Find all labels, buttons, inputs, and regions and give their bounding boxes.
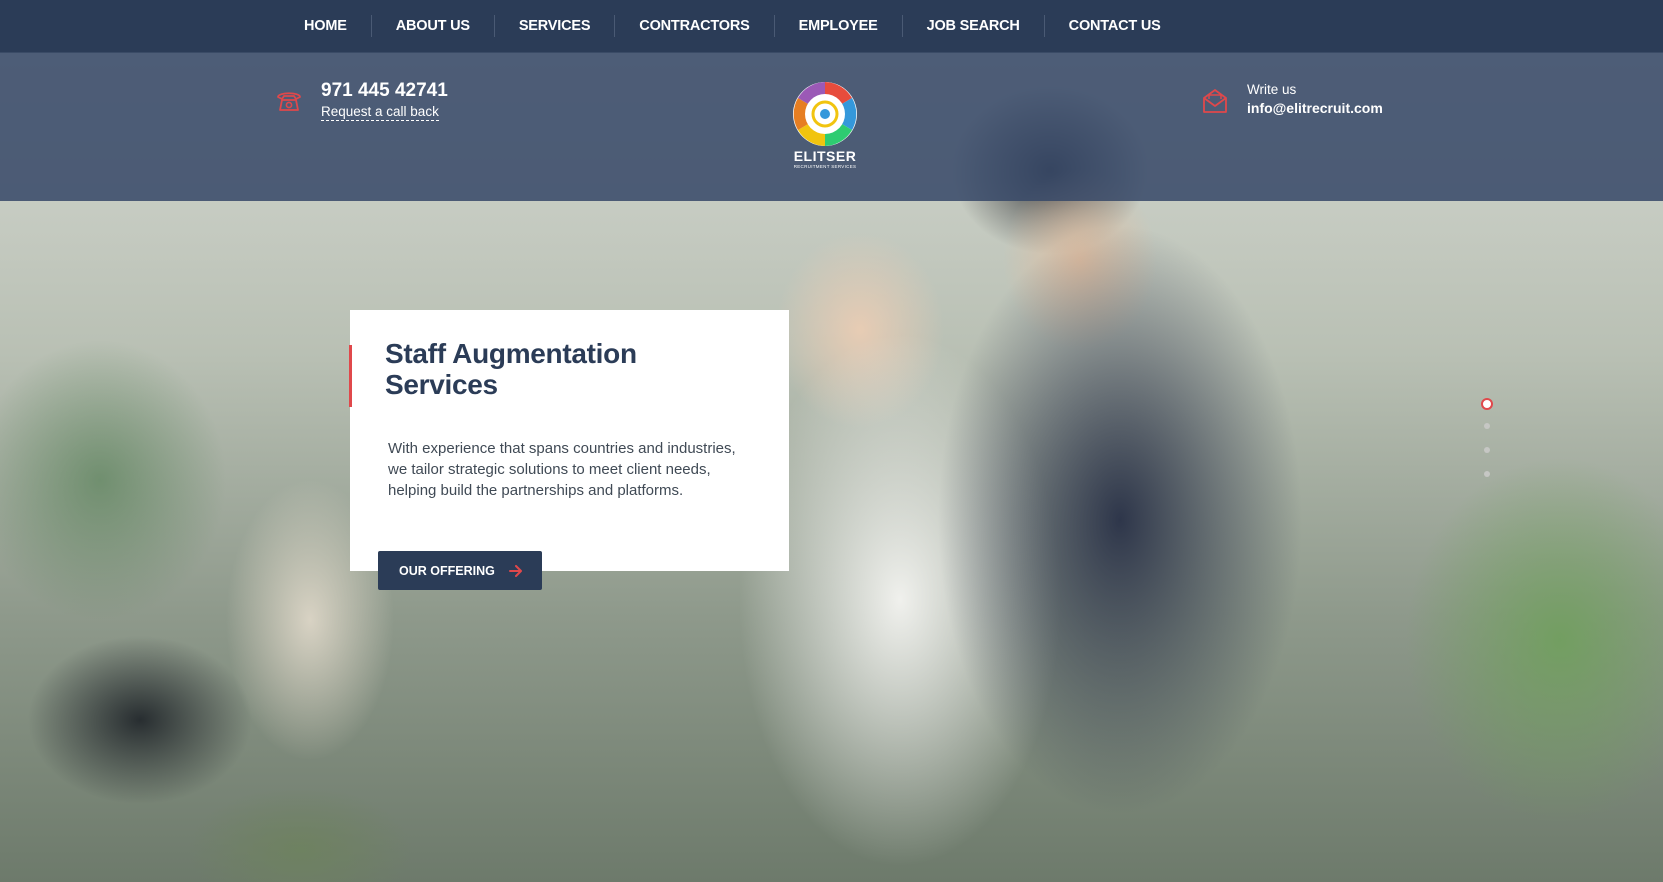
our-offering-button[interactable]: OUR OFFERING: [378, 551, 542, 590]
phone-number[interactable]: 971 445 42741: [321, 80, 448, 102]
company-logo[interactable]: ELITSER RECRUITMENT SERVICES: [790, 80, 860, 170]
mail-icon: [1203, 89, 1227, 113]
phone-icon: [277, 92, 301, 111]
logo-tagline: RECRUITMENT SERVICES: [793, 164, 857, 169]
write-us-label: Write us: [1247, 82, 1297, 97]
logo-gear-icon: [793, 82, 857, 146]
hero-title: Staff Augmentation Services: [385, 338, 637, 400]
main-navigation: HOME ABOUT US SERVICES CONTRACTORS EMPLO…: [0, 0, 1663, 53]
request-callback-link[interactable]: Request a call back: [321, 104, 439, 121]
slider-dot-1[interactable]: [1481, 398, 1493, 410]
hero-description: With experience that spans countries and…: [388, 440, 736, 499]
slider-dot-3[interactable]: [1484, 447, 1490, 453]
nav-item-employee[interactable]: EMPLOYEE: [773, 15, 902, 37]
nav-item-job-search[interactable]: JOB SEARCH: [901, 15, 1044, 37]
arrow-right-icon: [508, 564, 522, 577]
nav-list: HOME ABOUT US SERVICES CONTRACTORS EMPLO…: [278, 0, 1185, 52]
email-link[interactable]: info@elitrecruit.com: [1247, 100, 1383, 116]
nav-item-contact-us[interactable]: CONTACT US: [1043, 15, 1185, 37]
hero-card-accent-bar: [349, 345, 352, 407]
logo-name: ELITSER: [793, 148, 857, 164]
nav-item-contractors[interactable]: CONTRACTORS: [614, 15, 773, 37]
slider-dot-4[interactable]: [1484, 471, 1490, 477]
nav-item-home[interactable]: HOME: [278, 15, 371, 37]
slider-dot-2[interactable]: [1484, 423, 1490, 429]
nav-item-services[interactable]: SERVICES: [493, 15, 614, 37]
nav-item-about-us[interactable]: ABOUT US: [370, 15, 494, 37]
our-offering-label: OUR OFFERING: [399, 563, 495, 578]
